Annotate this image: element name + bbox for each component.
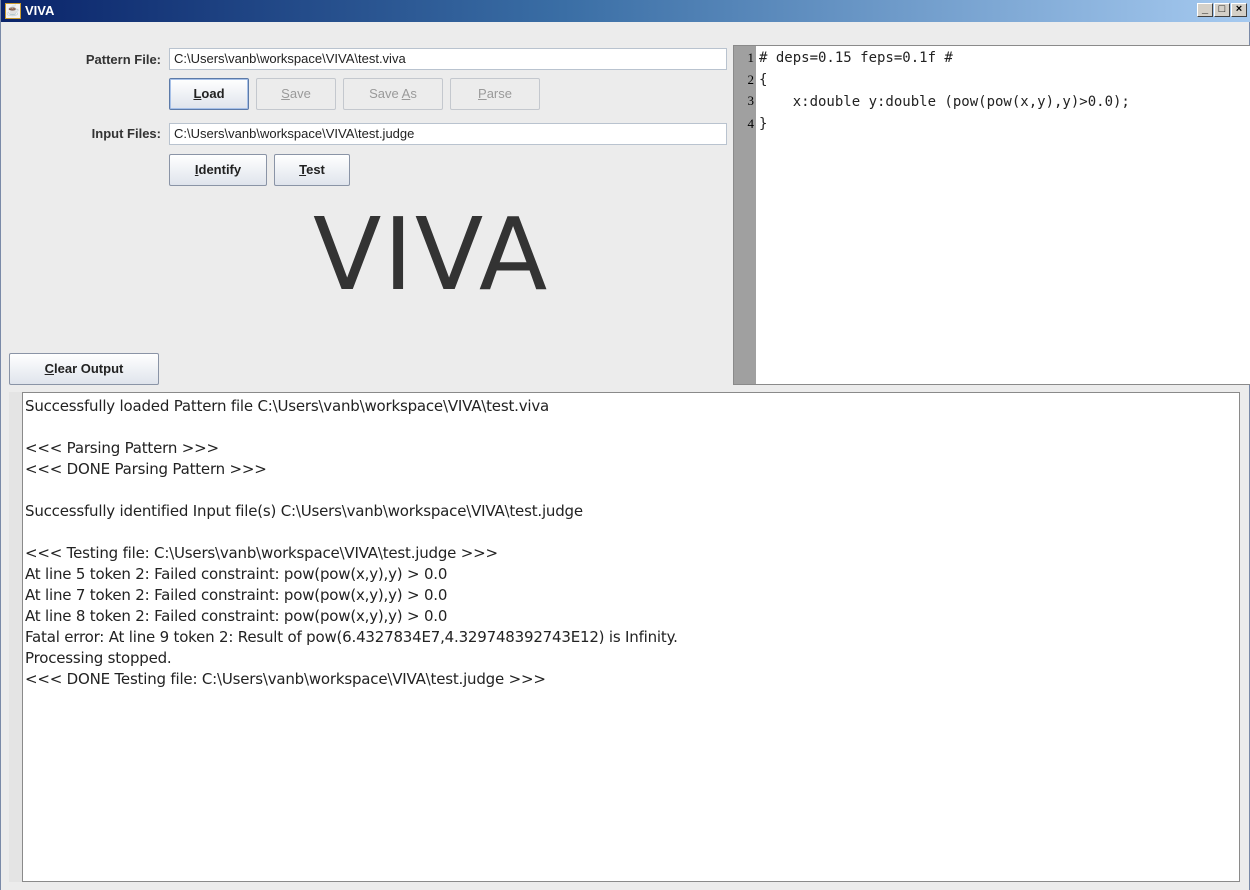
line-number: 1 bbox=[747, 50, 755, 65]
close-button[interactable]: × bbox=[1231, 3, 1247, 17]
line-number: 2 bbox=[747, 72, 755, 87]
line-number-gutter: 1 2 3 4 bbox=[734, 46, 756, 384]
line-number: 3 bbox=[747, 93, 755, 108]
output-console[interactable]: Successfully loaded Pattern file C:\User… bbox=[22, 392, 1240, 882]
code-line: # deps=0.15 feps=0.1f # bbox=[759, 50, 953, 66]
output-line: Successfully loaded Pattern file C:\User… bbox=[25, 397, 550, 415]
load-label: oad bbox=[201, 86, 225, 101]
output-line: At line 5 token 2: Failed constraint: po… bbox=[25, 565, 448, 583]
save-as-suffix: s bbox=[410, 86, 417, 101]
save-as-prefix: Save bbox=[369, 86, 402, 101]
parse-button[interactable]: Parse bbox=[450, 78, 540, 110]
clear-output-mnemonic: C bbox=[44, 361, 55, 376]
identify-label: dentify bbox=[198, 162, 242, 177]
parse-label: arse bbox=[486, 86, 512, 101]
save-mnemonic: S bbox=[281, 86, 290, 101]
viva-logo: VIVA bbox=[313, 196, 550, 313]
title-bar[interactable]: ☕ VIVA _ □ × bbox=[1, 0, 1250, 22]
output-line: At line 7 token 2: Failed constraint: po… bbox=[25, 586, 448, 604]
output-line: Fatal error: At line 9 token 2: Result o… bbox=[25, 628, 678, 646]
output-scroll-margin bbox=[9, 392, 22, 882]
pattern-file-label: Pattern File: bbox=[85, 52, 161, 67]
clear-output-button[interactable]: Clear Output bbox=[9, 353, 159, 385]
save-label: ave bbox=[289, 86, 311, 101]
test-button[interactable]: Test bbox=[274, 154, 350, 186]
app-window: ☕ VIVA _ □ × Pattern File: C:\Users\vanb… bbox=[0, 0, 1250, 890]
output-line: At line 8 token 2: Failed constraint: po… bbox=[25, 607, 448, 625]
window-title: VIVA bbox=[25, 3, 55, 18]
code-line: x:double y:double (pow(pow(x,y),y)>0.0); bbox=[759, 94, 1130, 110]
code-line: } bbox=[759, 116, 768, 132]
save-as-button[interactable]: Save As bbox=[343, 78, 443, 110]
output-line: Processing stopped. bbox=[25, 649, 172, 667]
maximize-button[interactable]: □ bbox=[1214, 3, 1230, 17]
java-app-icon: ☕ bbox=[5, 3, 21, 19]
parse-mnemonic: P bbox=[478, 86, 487, 101]
minimize-button[interactable]: _ bbox=[1197, 3, 1213, 17]
pattern-file-input[interactable]: C:\Users\vanb\workspace\VIVA\test.viva bbox=[169, 48, 727, 70]
output-line: <<< Testing file: C:\Users\vanb\workspac… bbox=[25, 544, 498, 562]
input-files-label: Input Files: bbox=[91, 126, 161, 141]
pattern-editor[interactable]: 1 2 3 4 # deps=0.15 feps=0.1f # { x:doub… bbox=[733, 45, 1250, 385]
identify-button[interactable]: Identify bbox=[169, 154, 267, 186]
test-label: est bbox=[306, 162, 325, 177]
output-line: <<< DONE Testing file: C:\Users\vanb\wor… bbox=[25, 670, 546, 688]
save-button[interactable]: Save bbox=[256, 78, 336, 110]
clear-output-label: lear Output bbox=[54, 361, 124, 376]
code-line: { bbox=[759, 72, 768, 88]
input-files-input[interactable]: C:\Users\vanb\workspace\VIVA\test.judge bbox=[169, 123, 727, 145]
line-number: 4 bbox=[747, 116, 755, 131]
output-line: <<< Parsing Pattern >>> bbox=[25, 439, 219, 457]
window-controls: _ □ × bbox=[1196, 3, 1247, 17]
output-line: <<< DONE Parsing Pattern >>> bbox=[25, 460, 267, 478]
output-line: Successfully identified Input file(s) C:… bbox=[25, 502, 583, 520]
load-button[interactable]: Load bbox=[169, 78, 249, 110]
